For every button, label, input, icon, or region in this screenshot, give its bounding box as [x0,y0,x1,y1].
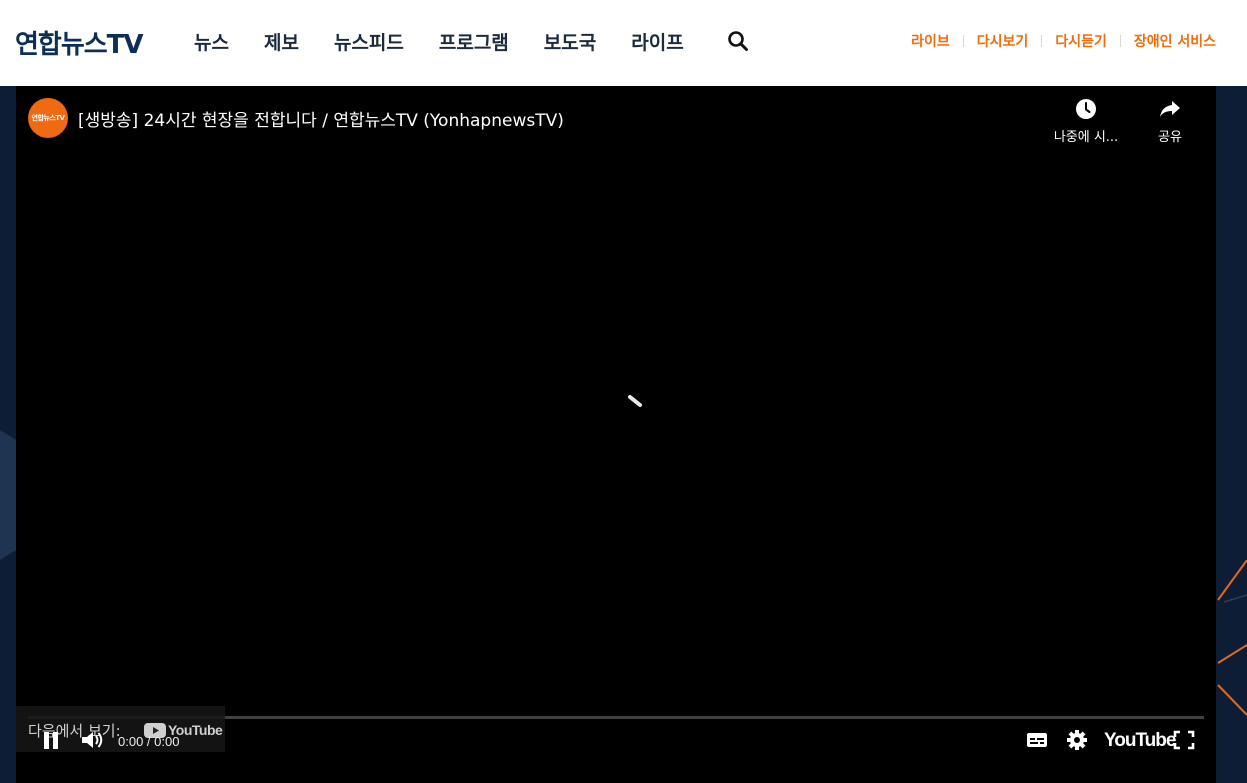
subtitles-icon[interactable] [1026,730,1048,755]
clock-icon [1076,99,1096,119]
share-button[interactable]: 공유 [1136,98,1204,145]
pause-icon[interactable] [42,728,60,757]
share-icon [1160,101,1180,117]
watch-later-button[interactable]: 나중에 시... [1044,98,1128,145]
nav-item-newsfeed[interactable]: 뉴스피드 [334,28,404,55]
site-logo[interactable]: 연합뉴스TV [15,24,144,61]
divider [1041,35,1043,47]
video-player[interactable]: 연합뉴스TV [생방송] 24시간 현장을 전합니다 / 연합뉴스TV (Yon… [16,86,1216,783]
util-link-live[interactable]: 라이브 [911,31,950,51]
nav-item-life[interactable]: 라이프 [631,28,683,55]
volume-icon[interactable] [80,728,106,757]
background-decoration [1217,560,1247,716]
divider [962,35,964,47]
fullscreen-icon[interactable] [1173,730,1195,755]
util-link-accessibility[interactable]: 장애인 서비스 [1134,31,1216,51]
player-controls: 0:00 / 0:00 YouTube [16,722,1216,762]
util-link-relisten[interactable]: 다시듣기 [1055,31,1107,51]
util-link-replay[interactable]: 다시보기 [977,31,1029,51]
share-label: 공유 [1158,130,1182,145]
search-icon[interactable] [727,30,749,52]
youtube-logo[interactable]: YouTube [1104,730,1176,752]
settings-icon[interactable] [1066,729,1088,756]
loading-spinner-icon [628,395,642,407]
video-title[interactable]: [생방송] 24시간 현장을 전합니다 / 연합뉴스TV (Yonhapnews… [78,106,564,131]
main-nav: 뉴스 제보 뉴스피드 프로그램 보도국 라이프 [194,28,719,55]
nav-item-report[interactable]: 제보 [264,28,299,55]
time-display: 0:00 / 0:00 [118,734,180,749]
nav-item-newsroom[interactable]: 보도국 [544,28,596,55]
watch-later-label: 나중에 시... [1053,130,1119,145]
channel-avatar[interactable]: 연합뉴스TV [28,98,68,138]
nav-item-program[interactable]: 프로그램 [439,28,509,55]
site-header: 연합뉴스TV 뉴스 제보 뉴스피드 프로그램 보도국 라이프 라이브 다시보기 … [0,0,1247,86]
utility-links: 라이브 다시보기 다시듣기 장애인 서비스 [911,31,1216,51]
background-decoration [0,430,16,560]
divider [1119,35,1121,47]
nav-item-news[interactable]: 뉴스 [194,28,229,55]
